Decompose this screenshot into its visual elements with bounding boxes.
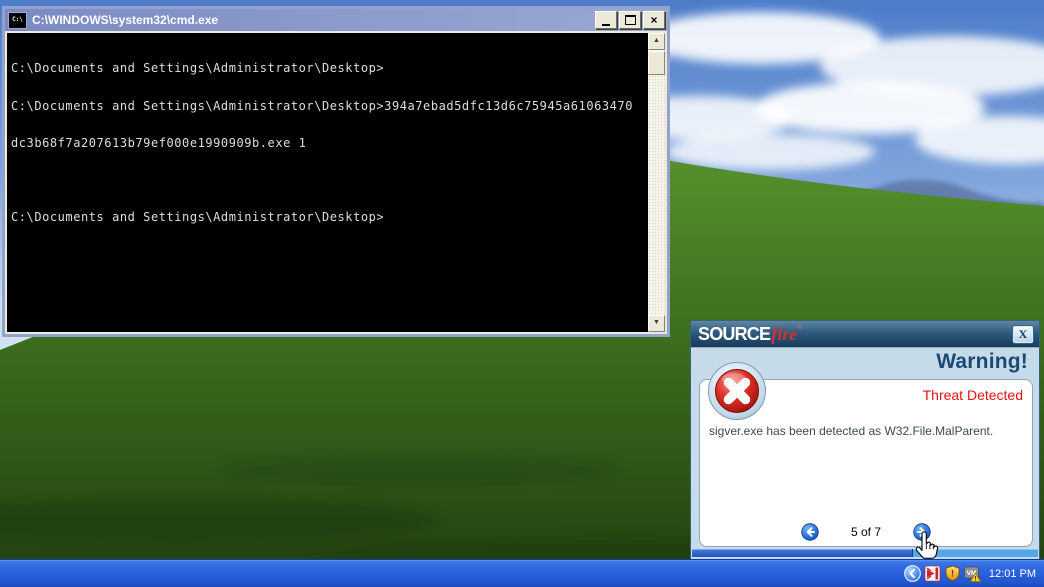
- maximize-button[interactable]: [619, 11, 641, 29]
- desktop: C:\ C:\WINDOWS\system32\cmd.exe × C:\Doc…: [0, 0, 1044, 587]
- console-line: C:\Documents and Settings\Administrator\…: [11, 100, 648, 113]
- threat-status: Threat Detected: [923, 387, 1023, 403]
- vm-warning-mark: !: [974, 576, 976, 582]
- logo-text-source: SOURCE: [698, 324, 770, 344]
- minimize-button[interactable]: [595, 11, 617, 29]
- taskbar: ! VM ! 12:01 PM: [0, 559, 1044, 587]
- security-shield-icon[interactable]: !: [944, 565, 961, 582]
- cmd-titlebar[interactable]: C:\ C:\WINDOWS\system32\cmd.exe ×: [5, 9, 667, 31]
- prev-button[interactable]: [801, 523, 819, 541]
- sourcefire-logo: SOURCEfire®: [698, 324, 802, 345]
- scroll-up-button[interactable]: ▲: [648, 33, 665, 50]
- close-icon: ×: [650, 14, 657, 26]
- vmware-tools-icon[interactable]: VM !: [964, 565, 981, 582]
- popup-titlebar[interactable]: SOURCEfire® X: [691, 321, 1039, 348]
- collapse-chevron-icon[interactable]: [904, 565, 921, 582]
- popup-progress-bar: [692, 549, 1038, 557]
- cmd-window-title: C:\WINDOWS\system32\cmd.exe: [32, 13, 593, 27]
- error-icon: [707, 361, 767, 421]
- cmd-window[interactable]: C:\ C:\WINDOWS\system32\cmd.exe × C:\Doc…: [2, 6, 670, 337]
- minimize-icon: [602, 24, 610, 26]
- registered-mark: ®: [797, 324, 802, 331]
- console-line: dc3b68f7a207613b79ef000e1990909b.exe 1: [11, 137, 648, 150]
- scrollbar-thumb[interactable]: [648, 51, 665, 75]
- logo-text-fire: fire: [771, 324, 797, 344]
- sourcefire-warning-popup[interactable]: SOURCEfire® X Warning! Threat Detected s…: [690, 320, 1040, 560]
- console-scrollbar[interactable]: ▲ ▼: [648, 33, 665, 332]
- console-output[interactable]: C:\Documents and Settings\Administrator\…: [7, 33, 648, 332]
- console-line: [11, 175, 648, 186]
- console-line: C:\Documents and Settings\Administrator\…: [11, 62, 648, 75]
- scroll-down-button[interactable]: ▼: [648, 315, 665, 332]
- system-tray: ! VM ! 12:01 PM: [900, 560, 1044, 587]
- scrollbar-track[interactable]: [648, 75, 665, 315]
- next-button[interactable]: [913, 523, 931, 541]
- warning-title: Warning!: [936, 350, 1028, 374]
- console-line: C:\Documents and Settings\Administrator\…: [11, 211, 648, 224]
- threat-message: sigver.exe has been detected as W32.File…: [709, 424, 1026, 438]
- cmd-body: C:\Documents and Settings\Administrator\…: [5, 31, 667, 334]
- scroll-up-icon: ▲: [653, 37, 660, 44]
- pager-label: 5 of 7: [851, 525, 881, 539]
- console-icon: C:\: [8, 12, 27, 29]
- close-button[interactable]: ×: [643, 11, 665, 29]
- taskbar-clock: 12:01 PM: [989, 568, 1036, 580]
- pager-nav: 5 of 7: [700, 523, 1032, 541]
- popup-progress-fill: [692, 549, 913, 557]
- shield-exclamation: !: [951, 569, 954, 579]
- maximize-icon: [625, 15, 636, 25]
- scroll-down-icon: ▼: [653, 319, 660, 326]
- sourcefire-tray-icon[interactable]: [924, 565, 941, 582]
- popup-close-button[interactable]: X: [1012, 325, 1034, 344]
